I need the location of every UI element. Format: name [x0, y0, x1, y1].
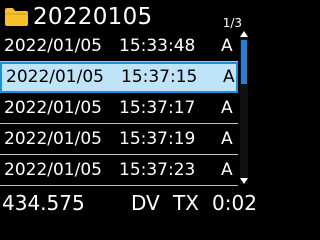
recording-flag: A: [221, 98, 233, 118]
recording-time: 15:37:15: [121, 67, 198, 87]
list-item-selected[interactable]: 2022/01/05 15:37:15 A: [0, 62, 238, 93]
list-item[interactable]: 2022/01/05 15:37:17 A: [0, 93, 238, 124]
folder-icon: [5, 8, 28, 26]
scroll-down-arrow-icon[interactable]: [240, 178, 248, 184]
scroll-thumb[interactable]: [241, 40, 247, 84]
list-item[interactable]: 2022/01/05 15:33:48 A: [0, 31, 238, 62]
recording-time: 15:37:23: [119, 160, 196, 180]
tx-indicator: TX: [173, 191, 199, 215]
recording-flag: A: [221, 36, 233, 56]
recording-flag: A: [221, 160, 233, 180]
recording-date: 2022/01/05: [4, 160, 102, 180]
list-item[interactable]: 2022/01/05 15:37:23 A: [0, 155, 238, 186]
frequency-readout: 434.575: [2, 191, 85, 215]
recording-list: 2022/01/05 15:33:48 A 2022/01/05 15:37:1…: [0, 31, 238, 186]
recording-date: 2022/01/05: [4, 98, 102, 118]
recording-time: 15:37:17: [119, 98, 196, 118]
recording-flag: A: [221, 129, 233, 149]
recording-time: 15:37:19: [119, 129, 196, 149]
recording-flag: A: [223, 67, 235, 87]
mode-readout: DV: [131, 191, 160, 215]
page-indicator: 1/3: [222, 16, 242, 30]
elapsed-time: 0:02: [212, 191, 257, 215]
status-bar: 434.575 DV TX 0:02: [0, 188, 257, 219]
recording-date: 2022/01/05: [6, 67, 104, 87]
recording-time: 15:33:48: [119, 36, 196, 56]
folder-header: 20220105 1/3: [0, 0, 250, 32]
scroll-up-arrow-icon[interactable]: [240, 31, 248, 37]
recording-date: 2022/01/05: [4, 129, 102, 149]
list-item[interactable]: 2022/01/05 15:37:19 A: [0, 124, 238, 155]
folder-name: 20220105: [33, 4, 153, 30]
recording-date: 2022/01/05: [4, 36, 102, 56]
